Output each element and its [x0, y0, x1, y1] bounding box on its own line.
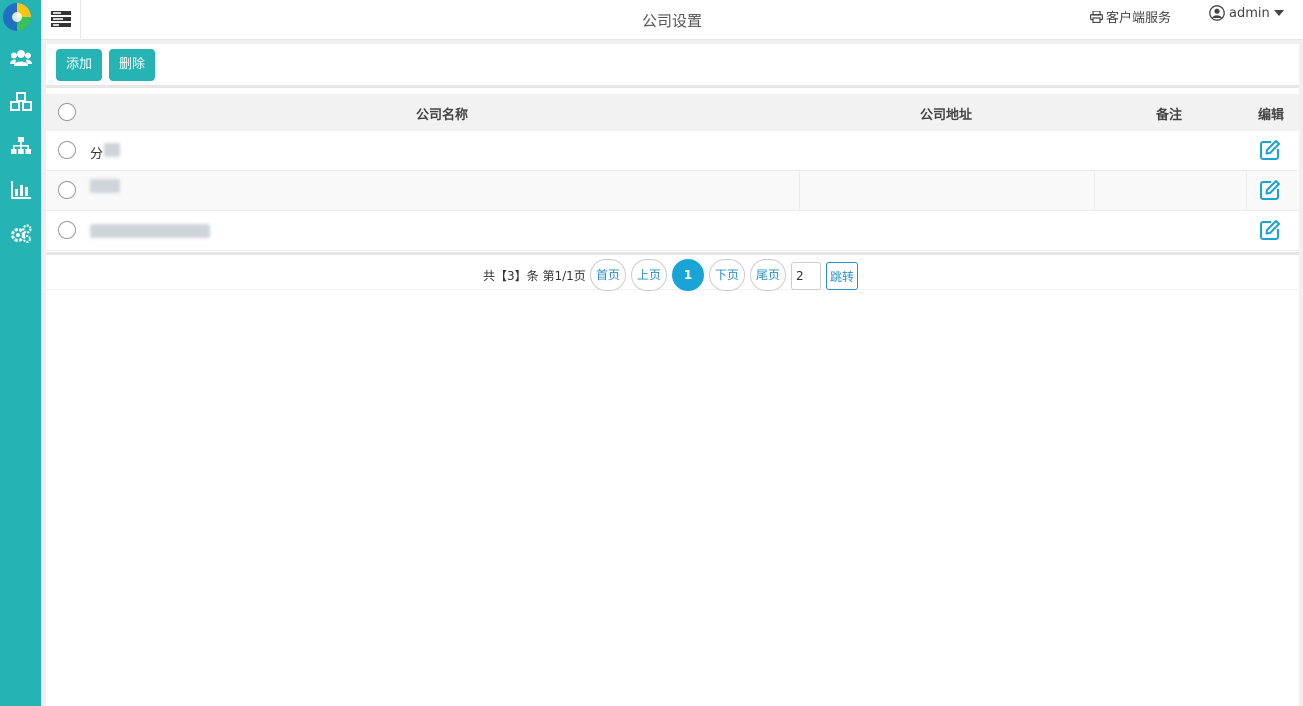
last-page-button[interactable]: 尾页 — [750, 259, 786, 291]
content-panel: 添加 删除 公司名称 公司地址 备注 编辑 分 共【3】条 第1/1页 首页 上… — [46, 44, 1299, 706]
column-divider — [799, 171, 800, 211]
cubes-icon — [9, 92, 32, 111]
toolbar: 添加 删除 — [46, 44, 1299, 88]
top-bar: 公司设置 客户端服务 admin — [41, 0, 1303, 40]
sidebar-item-statistics[interactable] — [0, 175, 41, 205]
company-name-cell: 分 — [90, 147, 104, 162]
client-service-label: 客户端服务 — [1106, 11, 1172, 26]
logo-icon — [2, 2, 32, 32]
user-menu[interactable]: admin — [1209, 5, 1284, 21]
pagination-summary: 共【3】条 第1/1页 — [483, 269, 586, 283]
user-circle-icon — [1209, 5, 1225, 21]
row-select-radio[interactable] — [58, 141, 76, 159]
select-all-radio[interactable] — [58, 103, 76, 121]
sidebar-item-cubes[interactable] — [0, 87, 41, 117]
col-edit: 编辑 — [1258, 108, 1285, 123]
delete-button[interactable]: 删除 — [109, 49, 156, 81]
bar-chart-icon — [10, 181, 31, 199]
col-remark: 备注 — [1156, 108, 1183, 123]
prev-page-button[interactable]: 上页 — [631, 259, 667, 291]
sidebar-item-users[interactable] — [0, 43, 41, 73]
caret-down-icon — [1273, 10, 1284, 16]
row-select-radio[interactable] — [58, 181, 76, 199]
add-button[interactable]: 添加 — [56, 49, 103, 81]
user-name: admin — [1229, 5, 1270, 21]
edit-icon[interactable] — [1259, 179, 1281, 201]
redacted-text — [90, 179, 120, 193]
table-header: 公司名称 公司地址 备注 编辑 — [46, 94, 1299, 131]
redacted-text — [104, 143, 120, 157]
table-row — [46, 211, 1299, 251]
printer-icon — [1090, 10, 1103, 23]
edit-icon[interactable] — [1259, 219, 1281, 241]
edit-icon[interactable] — [1259, 139, 1281, 161]
col-company-address: 公司地址 — [920, 108, 973, 123]
sitemap-icon — [10, 137, 31, 154]
client-service-link[interactable]: 客户端服务 — [1090, 7, 1171, 26]
column-divider — [1246, 171, 1247, 211]
table-row — [46, 171, 1299, 211]
col-company-name: 公司名称 — [416, 108, 469, 123]
sidebar-item-sitemap[interactable] — [0, 131, 41, 161]
jump-page-input[interactable] — [791, 262, 821, 290]
redacted-text — [90, 224, 210, 238]
jump-button[interactable]: 跳转 — [826, 262, 859, 290]
table-row: 分 — [46, 131, 1299, 171]
first-page-button[interactable]: 首页 — [590, 259, 626, 291]
current-page-button[interactable]: 1 — [672, 259, 704, 291]
pagination: 共【3】条 第1/1页 首页 上页 1 下页 尾页 跳转 — [46, 252, 1299, 291]
sidebar-item-settings[interactable] — [0, 219, 41, 249]
users-icon — [9, 50, 32, 66]
gears-icon — [10, 224, 32, 243]
sidebar — [0, 0, 41, 706]
row-select-radio[interactable] — [58, 221, 76, 239]
column-divider — [1094, 171, 1095, 211]
next-page-button[interactable]: 下页 — [709, 259, 745, 291]
company-table: 公司名称 公司地址 备注 编辑 分 — [46, 94, 1299, 251]
